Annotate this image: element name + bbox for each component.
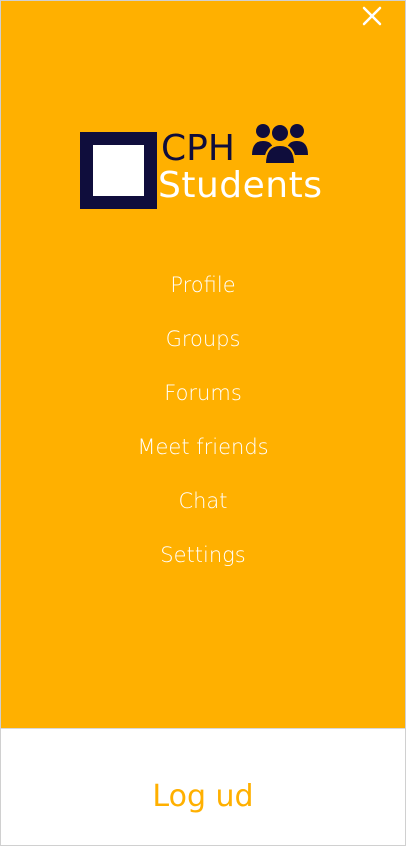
nav-item-meet-friends[interactable]: Meet friends bbox=[1, 429, 405, 483]
nav-item-settings[interactable]: Settings bbox=[1, 537, 405, 591]
app-frame: CPH Students Profile Groups Forums Meet … bbox=[0, 0, 406, 846]
group-icon bbox=[250, 117, 310, 167]
main-nav: Profile Groups Forums Meet friends Chat … bbox=[1, 267, 405, 591]
logout-area: Log ud bbox=[1, 728, 405, 845]
logo-square-icon bbox=[80, 132, 157, 209]
logo-text-cph: CPH bbox=[161, 128, 235, 169]
nav-item-forums[interactable]: Forums bbox=[1, 375, 405, 429]
logout-button[interactable]: Log ud bbox=[1, 779, 405, 814]
nav-item-chat[interactable]: Chat bbox=[1, 483, 405, 537]
close-button[interactable] bbox=[359, 3, 385, 29]
menu-panel: CPH Students Profile Groups Forums Meet … bbox=[1, 1, 405, 728]
app-logo: CPH Students bbox=[80, 117, 330, 212]
close-icon bbox=[362, 6, 382, 26]
logo-text-students: Students bbox=[158, 165, 323, 206]
nav-item-profile[interactable]: Profile bbox=[1, 267, 405, 321]
nav-item-groups[interactable]: Groups bbox=[1, 321, 405, 375]
